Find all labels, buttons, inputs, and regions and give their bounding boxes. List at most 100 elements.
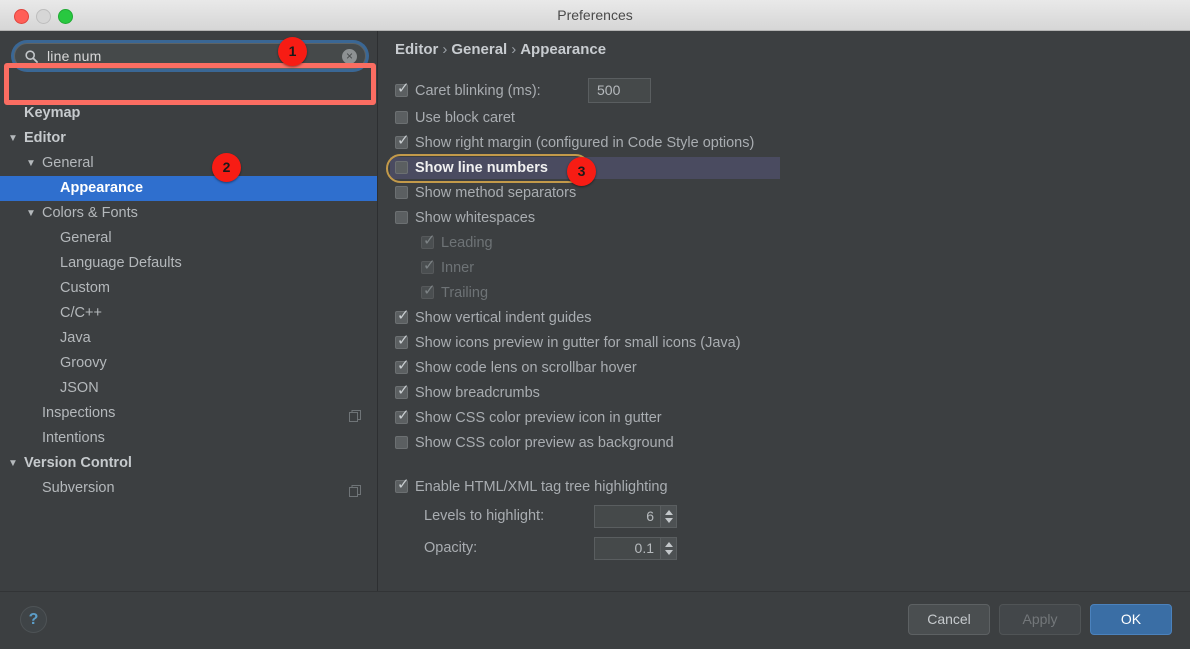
option-label: Leading (441, 235, 493, 251)
help-button[interactable]: ? (20, 606, 47, 633)
sidebar-item-custom[interactable]: Custom (0, 276, 377, 301)
sidebar-item-inspections[interactable]: Inspections (0, 401, 377, 426)
option-label: Show CSS color preview icon in gutter (415, 410, 662, 426)
breadcrumb-part[interactable]: Editor (395, 41, 438, 58)
breadcrumb-separator: › (511, 41, 517, 58)
clear-search-icon[interactable]: × (342, 49, 357, 64)
sidebar-item-groovy[interactable]: Groovy (0, 351, 377, 376)
sidebar-item-editor[interactable]: ▼ Editor (0, 126, 377, 151)
annotation-badge-1: 1 (278, 37, 307, 66)
sidebar-item-intentions[interactable]: Intentions (0, 426, 377, 451)
option-label: Show code lens on scrollbar hover (415, 360, 637, 376)
checkbox-checked-icon[interactable]: ✓ (395, 331, 410, 349)
twisty-expanded-icon[interactable]: ▼ (8, 126, 18, 151)
checkbox-checked-icon[interactable]: ✓ (395, 381, 410, 399)
breadcrumb-part[interactable]: General (451, 41, 507, 58)
checkbox-checked-icon[interactable]: ✓ (395, 477, 410, 493)
title-bar: Preferences (0, 0, 1190, 31)
sidebar-item-subversion[interactable]: Subversion (0, 476, 377, 501)
ok-button[interactable]: OK (1090, 604, 1172, 635)
twisty-expanded-icon[interactable]: ▼ (26, 151, 36, 176)
checkbox-checked-icon[interactable]: ✓ (395, 79, 410, 97)
copy-stack-icon (349, 407, 362, 422)
option-label: Show icons preview in gutter for small i… (415, 335, 741, 351)
breadcrumb-part[interactable]: Appearance (520, 41, 606, 58)
checkbox-unchecked-icon[interactable] (395, 186, 408, 199)
option-label: Caret blinking (ms): (415, 83, 541, 99)
option-label: Show whitespaces (415, 210, 536, 226)
sidebar-item-label: Groovy (60, 355, 107, 371)
checkmark-icon: ✓ (397, 406, 410, 424)
checkbox-checked-icon[interactable]: ✓ (395, 131, 410, 149)
checkbox-checked-icon[interactable]: ✓ (395, 406, 410, 424)
search-area: line num × (6, 36, 376, 76)
checkmark-icon: ✓ (397, 306, 410, 324)
sidebar-item-label: Intentions (42, 430, 105, 446)
checkbox-checked-icon[interactable]: ✓ (421, 231, 436, 249)
stepper-down-icon[interactable] (665, 518, 673, 523)
sidebar-item-general[interactable]: General (0, 226, 377, 251)
preferences-window: Preferences line num × Keymap ▼ Editor ▼… (0, 0, 1190, 649)
breadcrumb-separator: › (442, 41, 448, 58)
sidebar-item-label: JSON (60, 380, 99, 396)
levels-to-highlight-label: Levels to highlight: (424, 508, 545, 524)
option-label: Enable HTML/XML tag tree highlighting (415, 479, 668, 495)
levels-to-highlight-stepper[interactable] (661, 505, 677, 528)
sidebar-item-json[interactable]: JSON (0, 376, 377, 401)
opacity-field[interactable]: 0.1 (594, 537, 661, 560)
checkbox-unchecked-icon[interactable] (395, 436, 408, 449)
checkbox-checked-icon[interactable]: ✓ (421, 256, 436, 274)
option-label: Show vertical indent guides (415, 310, 592, 326)
checkbox-unchecked-icon[interactable] (395, 161, 408, 174)
sidebar-item-label: General (60, 230, 112, 246)
twisty-expanded-icon[interactable]: ▼ (26, 201, 36, 226)
option-label: Show CSS color preview as background (415, 435, 674, 451)
checkbox-checked-icon[interactable]: ✓ (421, 283, 436, 299)
sidebar-item-label: Subversion (42, 480, 115, 496)
checkmark-icon: ✓ (397, 79, 410, 97)
sidebar-item-c-c[interactable]: C/C++ (0, 301, 377, 326)
checkmark-icon: ✓ (423, 231, 436, 249)
option-label: Show line numbers (415, 160, 548, 176)
option-label: Show method separators (415, 185, 577, 201)
sidebar-item-keymap[interactable]: Keymap (0, 101, 377, 126)
twisty-expanded-icon[interactable]: ▼ (8, 451, 18, 476)
levels-to-highlight-field[interactable]: 6 (594, 505, 661, 528)
option-label: Show breadcrumbs (415, 385, 540, 401)
checkbox-unchecked-icon[interactable] (395, 111, 408, 124)
sidebar-item-label: Custom (60, 280, 110, 296)
checkmark-icon: ✓ (397, 131, 410, 149)
sidebar-item-colors-fonts[interactable]: ▼ Colors & Fonts (0, 201, 377, 226)
settings-sidebar: line num × Keymap ▼ Editor ▼ General Appearan… (0, 31, 378, 591)
caret-blinking-field[interactable]: 500 (588, 78, 651, 103)
search-input[interactable]: line num × (14, 43, 366, 69)
sidebar-item-label: Java (60, 330, 91, 346)
annotation-badge-3: 3 (567, 157, 596, 186)
opacity-label: Opacity: (424, 540, 478, 556)
checkmark-icon: ✓ (397, 381, 410, 399)
checkbox-checked-icon[interactable]: ✓ (395, 306, 410, 324)
stepper-up-icon[interactable] (665, 510, 673, 515)
apply-button[interactable]: Apply (999, 604, 1081, 635)
cancel-button[interactable]: Cancel (908, 604, 990, 635)
checkbox-checked-icon[interactable]: ✓ (395, 358, 410, 374)
opacity-stepper[interactable] (661, 537, 677, 560)
checkbox-unchecked-icon[interactable] (395, 211, 408, 224)
checkmark-icon: ✓ (397, 331, 410, 349)
sidebar-item-label: Appearance (60, 180, 144, 196)
stepper-down-icon[interactable] (665, 550, 673, 555)
option-label: Use block caret (415, 110, 515, 126)
sidebar-item-label: Language Defaults (60, 255, 182, 271)
sidebar-item-label: Keymap (24, 105, 81, 121)
sidebar-item-general[interactable]: ▼ General (0, 151, 377, 176)
checkmark-icon: ✓ (423, 256, 436, 274)
option-label: Trailing (441, 285, 489, 301)
sidebar-item-appearance[interactable]: Appearance (0, 176, 377, 201)
sidebar-item-label: Inspections (42, 405, 116, 421)
annotation-badge-2: 2 (212, 153, 241, 182)
sidebar-item-language-defaults[interactable]: Language Defaults (0, 251, 377, 276)
sidebar-item-version-control[interactable]: ▼ Version Control (0, 451, 377, 476)
stepper-up-icon[interactable] (665, 542, 673, 547)
sidebar-item-java[interactable]: Java (0, 326, 377, 351)
sidebar-item-label: Colors & Fonts (42, 205, 138, 221)
